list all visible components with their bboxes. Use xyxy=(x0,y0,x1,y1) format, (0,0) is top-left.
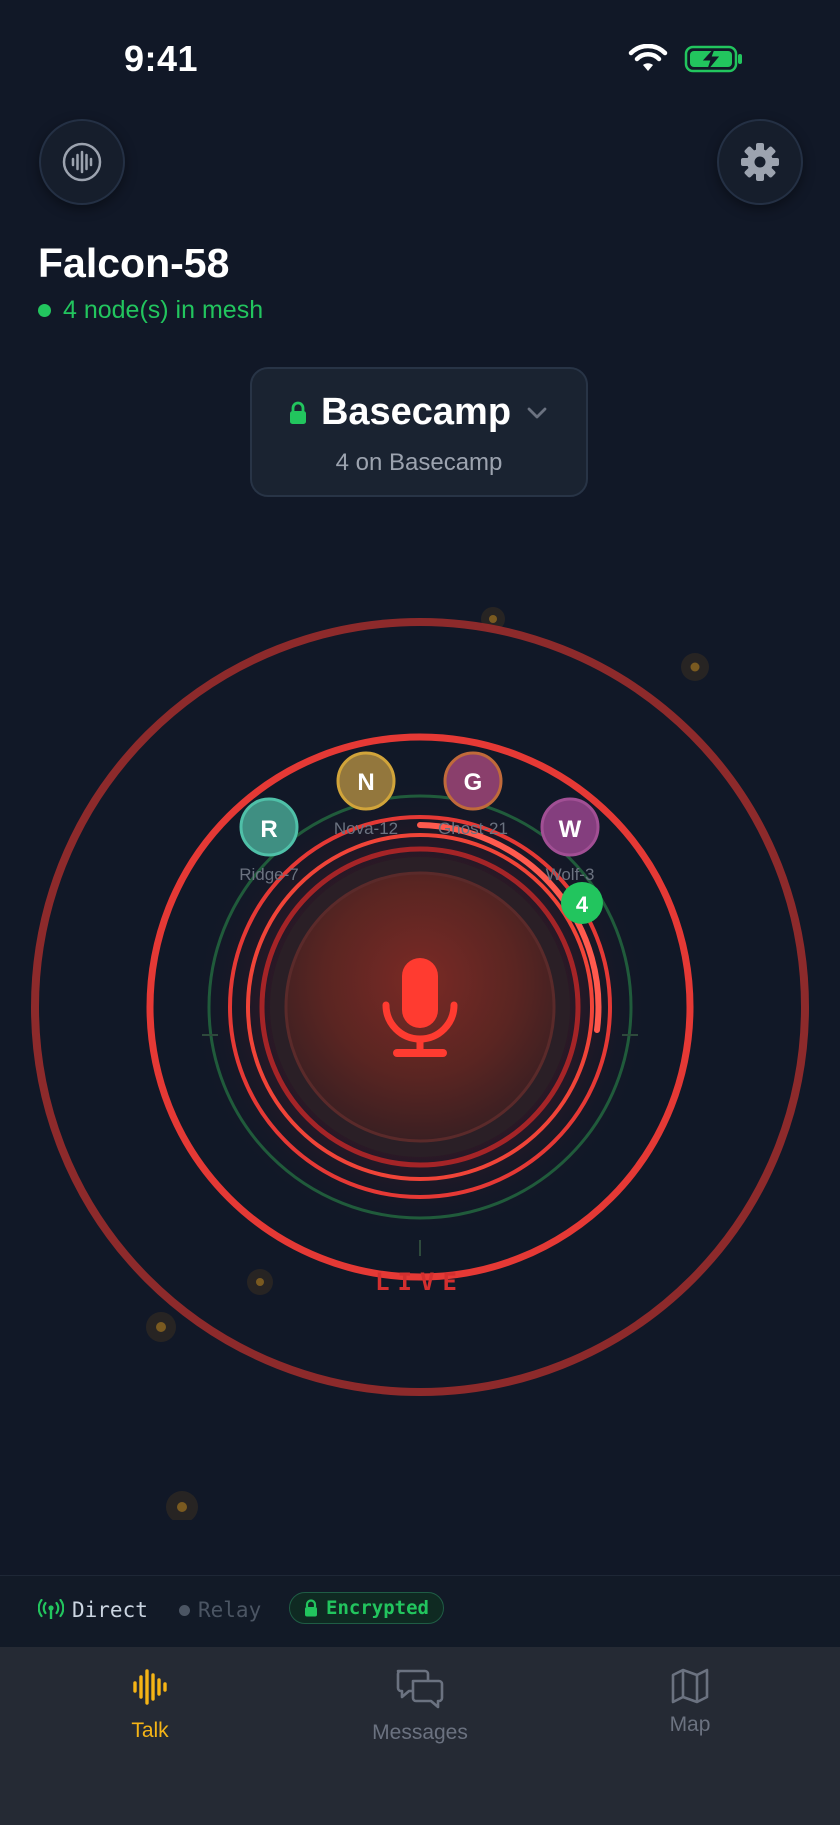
node-name: Falcon-58 xyxy=(38,240,230,286)
peer-avatar[interactable]: G xyxy=(443,751,503,811)
tab-talk-label: Talk xyxy=(131,1719,169,1742)
link-mode-bar: Direct Relay Encrypted xyxy=(0,1575,840,1648)
tab-messages[interactable]: Messages xyxy=(320,1667,520,1745)
audio-waveform-icon xyxy=(62,142,102,182)
chat-bubbles-icon xyxy=(396,1669,444,1709)
mesh-status-text: 4 node(s) in mesh xyxy=(63,296,264,324)
chevron-down-icon xyxy=(527,407,547,418)
peer-name: Ridge-7 xyxy=(239,865,299,884)
lock-icon xyxy=(289,401,306,424)
tab-map[interactable]: Map xyxy=(590,1667,790,1737)
encryption-badge: Encrypted xyxy=(289,1592,444,1624)
status-time: 9:41 xyxy=(124,38,199,79)
peer-initial: G xyxy=(464,769,483,796)
peer-name: Ghost-21 xyxy=(438,819,508,838)
peer-name: Nova-12 xyxy=(334,819,398,838)
live-indicator: LIVE xyxy=(375,1268,465,1296)
settings-button[interactable] xyxy=(717,119,803,205)
peer-count-badge: 4 xyxy=(561,882,603,924)
peer-avatar[interactable]: N xyxy=(336,751,396,811)
relay-dot-icon xyxy=(179,1604,190,1616)
wifi-icon xyxy=(628,44,668,71)
tab-bar: Talk Messages Map xyxy=(0,1647,840,1825)
peer-avatar[interactable]: R xyxy=(239,797,299,857)
direct-mode[interactable]: Direct xyxy=(38,1598,148,1622)
peer-initial: R xyxy=(260,816,277,843)
direct-label: Direct xyxy=(72,1598,148,1622)
battery-charging-icon xyxy=(684,45,742,73)
antenna-icon xyxy=(38,1599,64,1619)
peer-initial: N xyxy=(357,769,374,796)
mesh-status-dot xyxy=(38,304,51,317)
peer-avatar[interactable]: W xyxy=(540,797,600,857)
channel-selector[interactable]: Basecamp 4 on Basecamp xyxy=(250,367,588,497)
mesh-status: 4 node(s) in mesh xyxy=(38,296,263,325)
peer-name: Wolf-3 xyxy=(546,865,595,884)
relay-mode[interactable]: Relay xyxy=(179,1598,261,1622)
waveform-icon xyxy=(133,1669,167,1705)
lock-icon xyxy=(305,1599,317,1617)
gear-icon xyxy=(741,143,779,181)
status-icons xyxy=(628,44,744,74)
svg-text:4: 4 xyxy=(576,892,589,917)
encryption-label: Encrypted xyxy=(326,1597,429,1619)
voice-activity-button[interactable] xyxy=(39,119,125,205)
tab-map-label: Map xyxy=(669,1713,711,1736)
channel-member-count: 4 on Basecamp xyxy=(335,449,503,476)
peer-initial: W xyxy=(559,816,582,843)
relay-label: Relay xyxy=(198,1598,262,1622)
tab-talk[interactable]: Talk xyxy=(50,1667,250,1743)
talk-radar: R N G W Ridge-7 Nova-12 Ghost-21 Wolf-3 … xyxy=(31,607,809,1520)
channel-name: Basecamp xyxy=(320,391,512,433)
tab-messages-label: Messages xyxy=(372,1721,468,1744)
map-icon xyxy=(671,1668,709,1704)
